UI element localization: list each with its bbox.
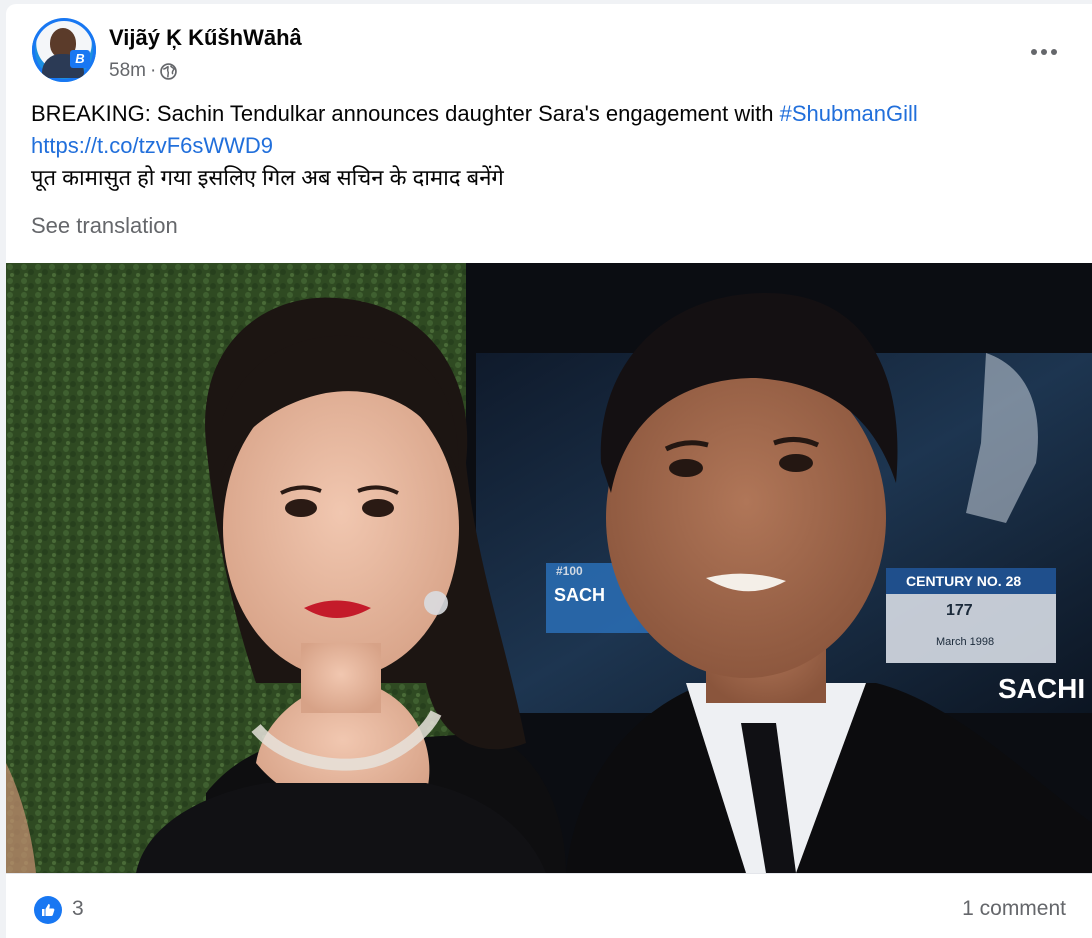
hashtag-link[interactable]: #ShubmanGill bbox=[780, 101, 918, 126]
globe-icon[interactable] bbox=[160, 62, 178, 80]
author-avatar[interactable]: B bbox=[32, 18, 96, 82]
backdrop-text-sachi: SACHI bbox=[998, 673, 1085, 704]
comment-count[interactable]: 1 comment bbox=[962, 897, 1066, 921]
more-options-button[interactable] bbox=[1024, 40, 1064, 64]
backdrop-text-score: 177 bbox=[946, 602, 973, 619]
author-name[interactable]: Vijãý Ķ KűšhWāhâ bbox=[109, 25, 302, 51]
avatar-badge: B bbox=[70, 50, 90, 68]
thumbs-up-icon bbox=[42, 904, 55, 916]
headline-text: BREAKING: Sachin Tendulkar announces dau… bbox=[31, 101, 780, 126]
meta-separator: · bbox=[149, 60, 157, 81]
reaction-count[interactable]: 3 bbox=[72, 897, 84, 921]
more-options-icon bbox=[1031, 49, 1057, 55]
backdrop-text-sach: SACH bbox=[554, 585, 605, 605]
post-footer: 3 1 comment bbox=[6, 873, 1092, 938]
like-icon[interactable] bbox=[34, 896, 62, 924]
facebook-post: B Vijãý Ķ KűšhWāhâ 58m · BREAKING: Sachi… bbox=[6, 4, 1092, 938]
post-timestamp[interactable]: 58m bbox=[109, 60, 146, 82]
photo-illustration: CENTURY NO. 28 177 March 1998 SACH #100 … bbox=[6, 263, 1092, 873]
see-translation-link[interactable]: See translation bbox=[31, 213, 178, 239]
url-link[interactable]: https://t.co/tzvF6sWWD9 bbox=[31, 133, 273, 158]
backdrop-text-hashtag: #100 bbox=[556, 564, 583, 578]
post-text-line-1: BREAKING: Sachin Tendulkar announces dau… bbox=[31, 98, 1061, 130]
backdrop-text-date: March 1998 bbox=[936, 636, 994, 648]
post-meta: 58m · bbox=[109, 60, 178, 82]
post-photo[interactable]: CENTURY NO. 28 177 March 1998 SACH #100 … bbox=[6, 263, 1092, 873]
backdrop-text-century: CENTURY NO. 28 bbox=[906, 573, 1021, 589]
post-text-line-2: https://t.co/tzvF6sWWD9 bbox=[31, 130, 1061, 162]
post-header: B Vijãý Ķ KűšhWāhâ 58m · bbox=[32, 18, 1072, 88]
post-text-line-3: पूत कामासुत हो गया इसलिए गिल अब सचिन के … bbox=[31, 165, 504, 190]
post-text: BREAKING: Sachin Tendulkar announces dau… bbox=[31, 98, 1061, 194]
